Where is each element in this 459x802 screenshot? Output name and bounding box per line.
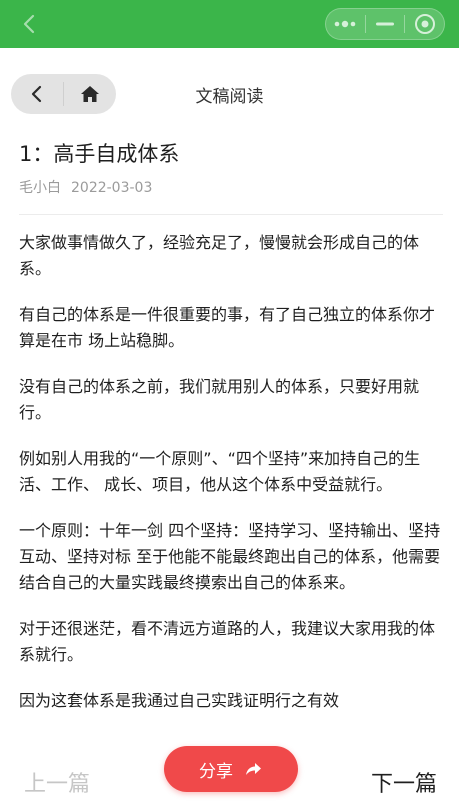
next-article-link[interactable]: 下一篇 xyxy=(371,766,437,798)
share-label: 分享 xyxy=(199,761,233,782)
close-circle-icon xyxy=(414,14,435,34)
more-button[interactable] xyxy=(326,9,365,39)
minimize-button[interactable] xyxy=(366,9,405,39)
paragraph: 大家做事情做久了，经验充足了，慢慢就会形成自己的体系。 xyxy=(19,233,420,278)
more-dots-icon xyxy=(335,20,356,28)
nav-pill xyxy=(11,74,116,114)
back-chevron-icon[interactable] xyxy=(18,12,42,36)
publish-date: 2022-03-03 xyxy=(71,180,153,196)
back-button[interactable] xyxy=(11,74,63,114)
article-meta: 毛小白 2022-03-03 xyxy=(19,177,152,197)
share-arrow-icon xyxy=(246,763,261,775)
paragraph: 例如别人用我的“一个原则”、“四个坚持”来加持自己的生活、工作、 成长、项目，他… xyxy=(19,449,421,494)
home-icon xyxy=(81,86,99,102)
share-button[interactable]: 分享 xyxy=(164,746,298,792)
paragraph: 没有自己的体系之前，我们就用别人的体系，只要好用就行。 xyxy=(19,377,420,422)
home-button[interactable] xyxy=(64,74,116,114)
close-button[interactable] xyxy=(405,9,444,39)
paragraph: 因为这套体系是我通过自己实践证明行之有效 xyxy=(19,691,340,710)
article-title: 1：高手自成体系 xyxy=(19,142,180,166)
divider xyxy=(19,214,443,215)
prev-article-link[interactable]: 上一篇 xyxy=(24,766,90,798)
article-body: 大家做事情做久了，经验充足了，慢慢就会形成自己的体系。 有自己的体系是一件很重要… xyxy=(19,230,443,734)
paragraph: 一个原则：十年一剑 四个坚持：坚持学习、坚持输出、坚持互动、坚持对标 至于他能不… xyxy=(19,521,441,592)
minimize-icon xyxy=(376,22,394,26)
back-icon xyxy=(31,85,42,103)
paragraph: 对于还很迷茫，看不清远方道路的人，我建议大家用我的体系就行。 xyxy=(19,619,436,664)
page: 文稿阅读 1：高手自成体系 毛小白 2022-03-03 大家做事情做久了，经验充… xyxy=(0,0,459,802)
mini-program-capsule xyxy=(325,8,445,40)
author-name: 毛小白 xyxy=(19,180,61,196)
top-bar xyxy=(0,0,459,48)
paragraph: 有自己的体系是一件很重要的事，有了自己独立的体系你才算是在市 场上站稳脚。 xyxy=(19,305,436,350)
